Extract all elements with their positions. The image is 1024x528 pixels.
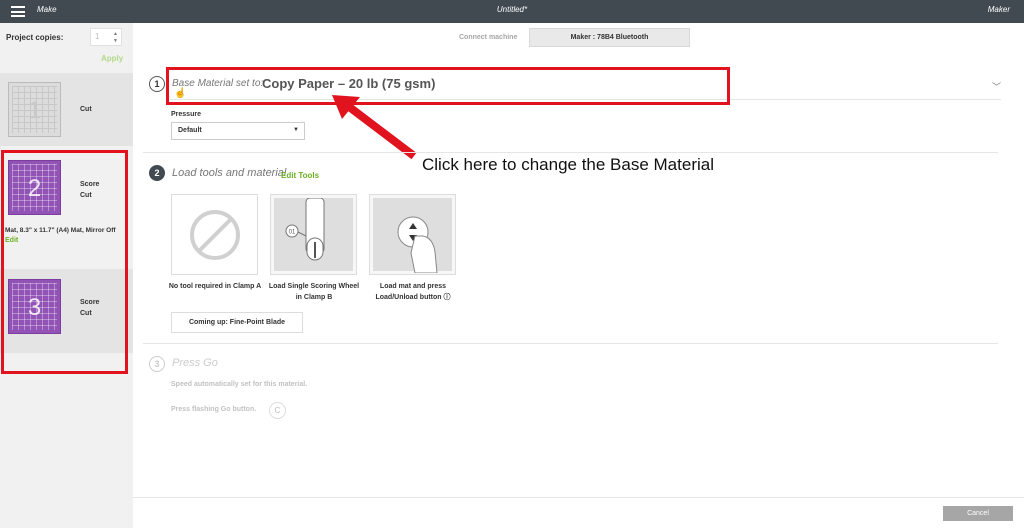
pressure-dropdown[interactable]: Default ▼	[171, 122, 305, 140]
caret-down-icon[interactable]: ▼	[293, 127, 299, 133]
step-1-badge: 1	[149, 76, 165, 92]
step-2-badge: 2	[149, 165, 165, 181]
apply-button[interactable]: Apply	[101, 54, 123, 63]
connect-machine-label: Connect machine	[459, 34, 518, 41]
increment-arrow-icon[interactable]: ▲	[113, 31, 118, 37]
press-go-text: Press flashing Go button.	[171, 406, 257, 413]
make-screen-main: Connect machine Maker : 78B4 Bluetooth 1…	[133, 23, 1024, 497]
tool-slot-label: 01	[289, 230, 296, 236]
no-tool-icon	[190, 210, 240, 260]
tool-card-load-mat	[369, 194, 456, 275]
project-copies-row: Project copies: 1 ▲ ▼ Apply	[0, 23, 133, 71]
tool-caption: Load Single Scoring Wheel in Clamp B	[268, 283, 360, 301]
divider	[143, 343, 998, 344]
tool-caption: Load mat and press Load/Unload button ⓘ	[375, 283, 451, 301]
go-button-icon: C	[269, 402, 286, 419]
mat-sidebar: Project copies: 1 ▲ ▼ Apply 1 Cut 2 Scor…	[0, 23, 133, 528]
speed-info-text: Speed automatically set for this materia…	[171, 381, 308, 388]
machine-select-button[interactable]: Maker : 78B4 Bluetooth	[529, 28, 690, 47]
chevron-down-icon[interactable]: ﹀	[992, 80, 1001, 93]
step-2-title: Load tools and material	[172, 167, 287, 179]
machine-type-label[interactable]: Maker	[988, 5, 1010, 14]
footer-bar: Cancel	[133, 497, 1024, 528]
tool-card-clamp-a	[171, 194, 258, 275]
pressure-value[interactable]: Default	[178, 127, 202, 134]
tool-card-clamp-b: 01	[270, 194, 357, 275]
edit-tools-link[interactable]: Edit Tools	[281, 171, 319, 180]
mat-number: 1	[27, 97, 42, 124]
mats-annotation-highlight	[1, 150, 128, 374]
tool-caption: No tool required in Clamp A	[168, 283, 262, 290]
coming-up-box: Coming up: Fine-Point Blade	[171, 312, 303, 333]
project-copies-label: Project copies:	[6, 33, 64, 42]
mat-operation: Cut	[80, 106, 92, 113]
project-copies-value[interactable]: 1	[95, 32, 99, 41]
load-unload-button-icon	[397, 216, 438, 274]
pressure-label: Pressure	[171, 111, 201, 118]
annotation-text: Click here to change the Base Material	[422, 155, 714, 174]
decrement-arrow-icon[interactable]: ▼	[113, 38, 118, 44]
divider	[143, 152, 998, 153]
mat-item-1[interactable]: 1 Cut	[0, 73, 133, 146]
cancel-button[interactable]: Cancel	[943, 506, 1013, 521]
project-copies-stepper[interactable]: 1 ▲ ▼	[90, 28, 122, 46]
mat-thumbnail[interactable]: 1	[8, 82, 61, 137]
step-3-title: Press Go	[172, 357, 218, 369]
base-material-annotation-highlight	[166, 67, 730, 105]
document-title: Untitled*	[496, 5, 528, 14]
step-3-badge: 3	[149, 356, 165, 372]
top-bar: Make Untitled* Maker	[0, 0, 1024, 23]
scoring-wheel-icon: 01	[285, 197, 325, 261]
